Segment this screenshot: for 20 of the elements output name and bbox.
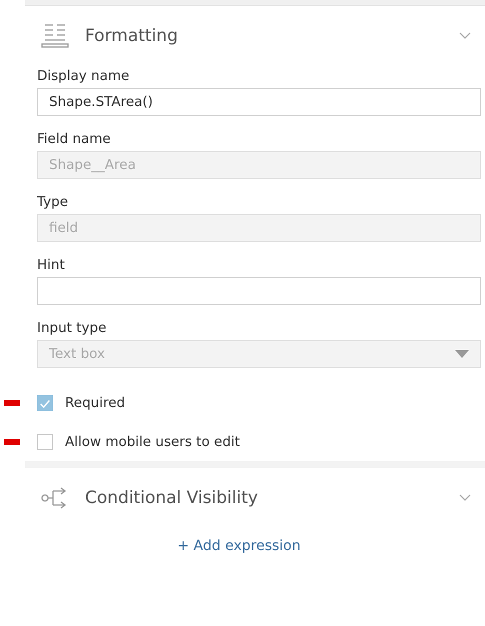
annotation-mark — [4, 400, 20, 406]
dropdown-arrow-icon — [455, 350, 469, 358]
section-title: Formatting — [85, 26, 179, 46]
input-field[interactable] — [37, 277, 481, 305]
annotation-mark — [4, 438, 20, 444]
field-label: Hint — [37, 257, 66, 273]
formatting-icon — [41, 23, 69, 49]
field-label: Display name — [37, 68, 130, 84]
checkbox[interactable] — [37, 394, 53, 410]
input-field[interactable]: Shape.STArea() — [37, 88, 481, 116]
checkbox-label: Allow mobile users to edit — [65, 434, 240, 450]
chevron-icon[interactable] — [459, 32, 471, 40]
field-label: Field name — [37, 131, 112, 147]
field-label: Input type — [37, 320, 108, 336]
chevron-icon[interactable] — [459, 494, 471, 502]
add-expression-link[interactable]: + Add expression — [177, 538, 301, 554]
section-title: Conditional Visibility — [85, 488, 259, 508]
checkbox-label: Required — [65, 394, 126, 410]
checkbox[interactable] — [37, 434, 53, 450]
field-label: Type — [37, 194, 70, 210]
